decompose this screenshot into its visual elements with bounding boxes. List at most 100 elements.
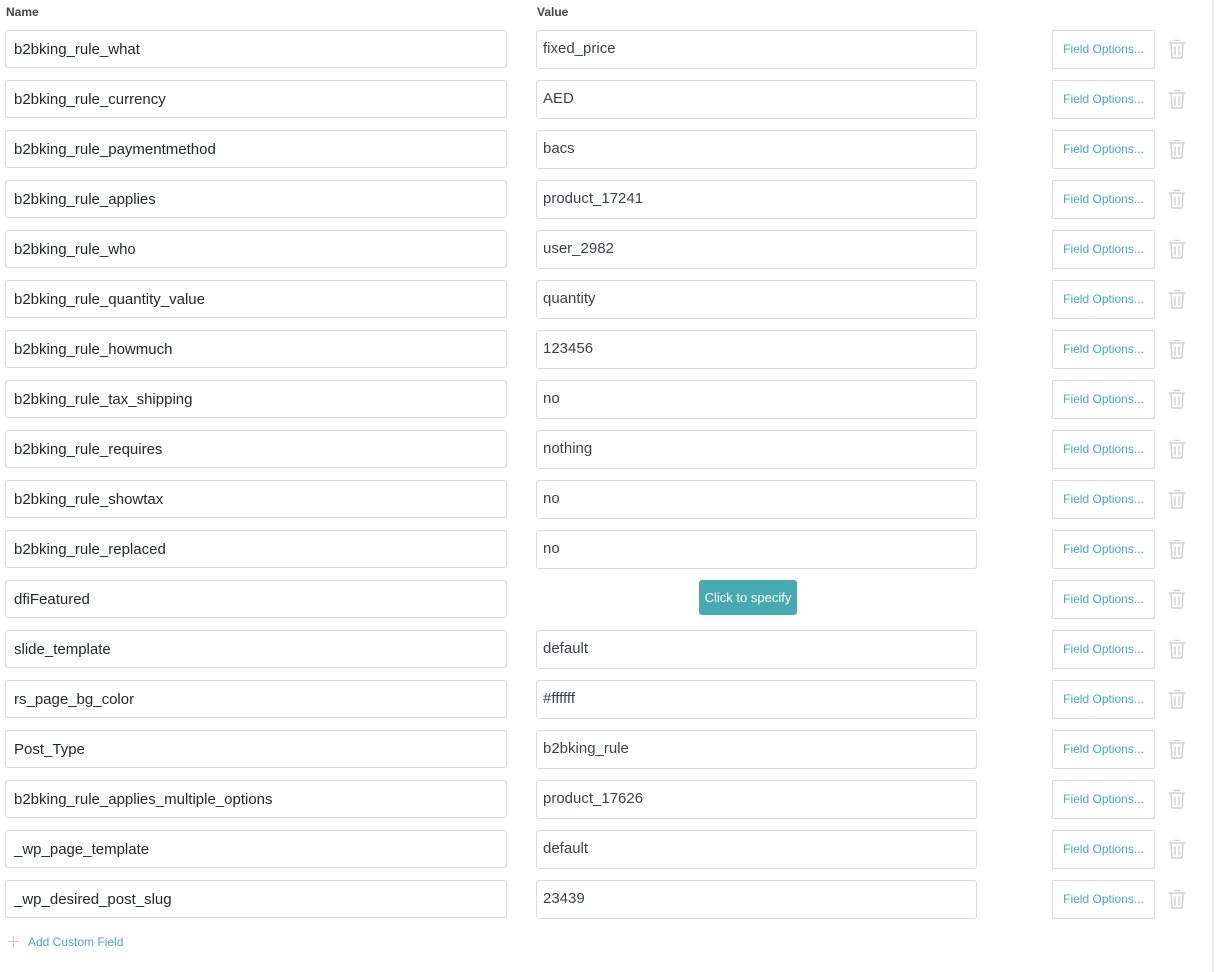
field-name-input[interactable]: b2bking_rule_paymentmethod	[5, 130, 507, 168]
field-name-input[interactable]: b2bking_rule_applies_multiple_options	[5, 780, 507, 818]
field-value-input[interactable]: AED	[536, 80, 977, 119]
resize-grip-icon[interactable]	[967, 759, 975, 767]
trash-icon[interactable]	[1167, 888, 1187, 910]
resize-grip-icon[interactable]	[967, 859, 975, 867]
field-value-text: 123456	[543, 340, 594, 357]
field-value-input[interactable]: fixed_price	[536, 30, 977, 69]
field-options-button[interactable]: Field Options...	[1052, 180, 1155, 219]
trash-icon[interactable]	[1167, 238, 1187, 260]
trash-icon[interactable]	[1167, 688, 1187, 710]
resize-grip-icon[interactable]	[967, 509, 975, 517]
field-value-input[interactable]: nothing	[536, 430, 977, 469]
trash-icon[interactable]	[1167, 588, 1187, 610]
trash-icon[interactable]	[1167, 638, 1187, 660]
field-options-button[interactable]: Field Options...	[1052, 730, 1155, 769]
field-name-input[interactable]: b2bking_rule_applies	[5, 180, 507, 218]
field-value-input[interactable]: no	[536, 380, 977, 419]
field-options-button[interactable]: Field Options...	[1052, 830, 1155, 869]
field-options-button[interactable]: Field Options...	[1052, 480, 1155, 519]
resize-grip-icon[interactable]	[967, 359, 975, 367]
resize-grip-icon[interactable]	[967, 709, 975, 717]
field-value-input[interactable]: user_2982	[536, 230, 977, 269]
resize-grip-icon[interactable]	[967, 209, 975, 217]
custom-field-row: b2bking_rule_replaced no Field Options...	[0, 530, 1216, 580]
field-name-input[interactable]: b2bking_rule_what	[5, 30, 507, 68]
field-name-input[interactable]: _wp_page_template	[5, 830, 507, 868]
field-name-input[interactable]: b2bking_rule_howmuch	[5, 330, 507, 368]
click-to-specify-button[interactable]: Click to specify	[699, 580, 797, 615]
field-options-button[interactable]: Field Options...	[1052, 430, 1155, 469]
field-name-input[interactable]: b2bking_rule_quantity_value	[5, 280, 507, 318]
field-value-input[interactable]: default	[536, 630, 977, 669]
field-value-input[interactable]: product_17626	[536, 780, 977, 819]
field-options-button[interactable]: Field Options...	[1052, 680, 1155, 719]
field-value-input[interactable]: no	[536, 530, 977, 569]
add-custom-field-button[interactable]: Add Custom Field	[8, 933, 123, 951]
resize-grip-icon[interactable]	[967, 909, 975, 917]
field-value-input[interactable]: default	[536, 830, 977, 869]
field-options-button[interactable]: Field Options...	[1052, 580, 1155, 619]
field-name-input[interactable]: rs_page_bg_color	[5, 680, 507, 718]
resize-grip-icon[interactable]	[967, 59, 975, 67]
trash-icon[interactable]	[1167, 38, 1187, 60]
field-value-input[interactable]: #ffffff	[536, 680, 977, 719]
field-value-text: user_2982	[543, 240, 614, 257]
field-value-input[interactable]: no	[536, 480, 977, 519]
custom-field-row: b2bking_rule_applies_multiple_options pro…	[0, 780, 1216, 830]
field-options-button[interactable]: Field Options...	[1052, 530, 1155, 569]
field-options-button[interactable]: Field Options...	[1052, 330, 1155, 369]
resize-grip-icon[interactable]	[967, 309, 975, 317]
trash-icon[interactable]	[1167, 88, 1187, 110]
field-value-input[interactable]: quantity	[536, 280, 977, 319]
resize-grip-icon[interactable]	[967, 659, 975, 667]
trash-icon[interactable]	[1167, 188, 1187, 210]
field-name-input[interactable]: Post_Type	[5, 730, 507, 768]
field-value-text: default	[543, 840, 589, 857]
field-options-button[interactable]: Field Options...	[1052, 230, 1155, 269]
field-options-button[interactable]: Field Options...	[1052, 780, 1155, 819]
custom-field-row: b2bking_rule_howmuch 123456 Field Options.…	[0, 330, 1216, 380]
field-name-input[interactable]: _wp_desired_post_slug	[5, 880, 507, 918]
trash-icon[interactable]	[1167, 338, 1187, 360]
field-value-text: no	[543, 540, 560, 557]
field-options-button[interactable]: Field Options...	[1052, 30, 1155, 69]
field-name-input[interactable]: b2bking_rule_tax_shipping	[5, 380, 507, 418]
field-value-text: bacs	[543, 140, 575, 157]
field-options-button[interactable]: Field Options...	[1052, 280, 1155, 319]
field-name-input[interactable]: b2bking_rule_currency	[5, 80, 507, 118]
custom-field-row: rs_page_bg_color #ffffff Field Options...	[0, 680, 1216, 730]
field-name-input[interactable]: dfiFeatured	[5, 580, 507, 618]
trash-icon[interactable]	[1167, 788, 1187, 810]
resize-grip-icon[interactable]	[967, 109, 975, 117]
resize-grip-icon[interactable]	[967, 159, 975, 167]
field-value-input[interactable]: bacs	[536, 130, 977, 169]
trash-icon[interactable]	[1167, 738, 1187, 760]
field-name-input[interactable]: slide_template	[5, 630, 507, 668]
field-value-input[interactable]: 23439	[536, 880, 977, 919]
resize-grip-icon[interactable]	[967, 459, 975, 467]
field-value-input[interactable]: product_17241	[536, 180, 977, 219]
field-options-button[interactable]: Field Options...	[1052, 630, 1155, 669]
field-value-input[interactable]: b2bking_rule	[536, 730, 977, 769]
trash-icon[interactable]	[1167, 288, 1187, 310]
scrollbar-track[interactable]	[1212, 0, 1214, 972]
trash-icon[interactable]	[1167, 138, 1187, 160]
resize-grip-icon[interactable]	[967, 259, 975, 267]
trash-icon[interactable]	[1167, 438, 1187, 460]
field-name-input[interactable]: b2bking_rule_replaced	[5, 530, 507, 568]
trash-icon[interactable]	[1167, 538, 1187, 560]
trash-icon[interactable]	[1167, 388, 1187, 410]
field-options-button[interactable]: Field Options...	[1052, 130, 1155, 169]
field-options-button[interactable]: Field Options...	[1052, 880, 1155, 919]
resize-grip-icon[interactable]	[967, 809, 975, 817]
field-options-button[interactable]: Field Options...	[1052, 380, 1155, 419]
trash-icon[interactable]	[1167, 838, 1187, 860]
field-name-input[interactable]: b2bking_rule_who	[5, 230, 507, 268]
field-options-button[interactable]: Field Options...	[1052, 80, 1155, 119]
field-value-input[interactable]: 123456	[536, 330, 977, 369]
resize-grip-icon[interactable]	[967, 409, 975, 417]
trash-icon[interactable]	[1167, 488, 1187, 510]
field-name-input[interactable]: b2bking_rule_showtax	[5, 480, 507, 518]
field-name-input[interactable]: b2bking_rule_requires	[5, 430, 507, 468]
resize-grip-icon[interactable]	[967, 559, 975, 567]
